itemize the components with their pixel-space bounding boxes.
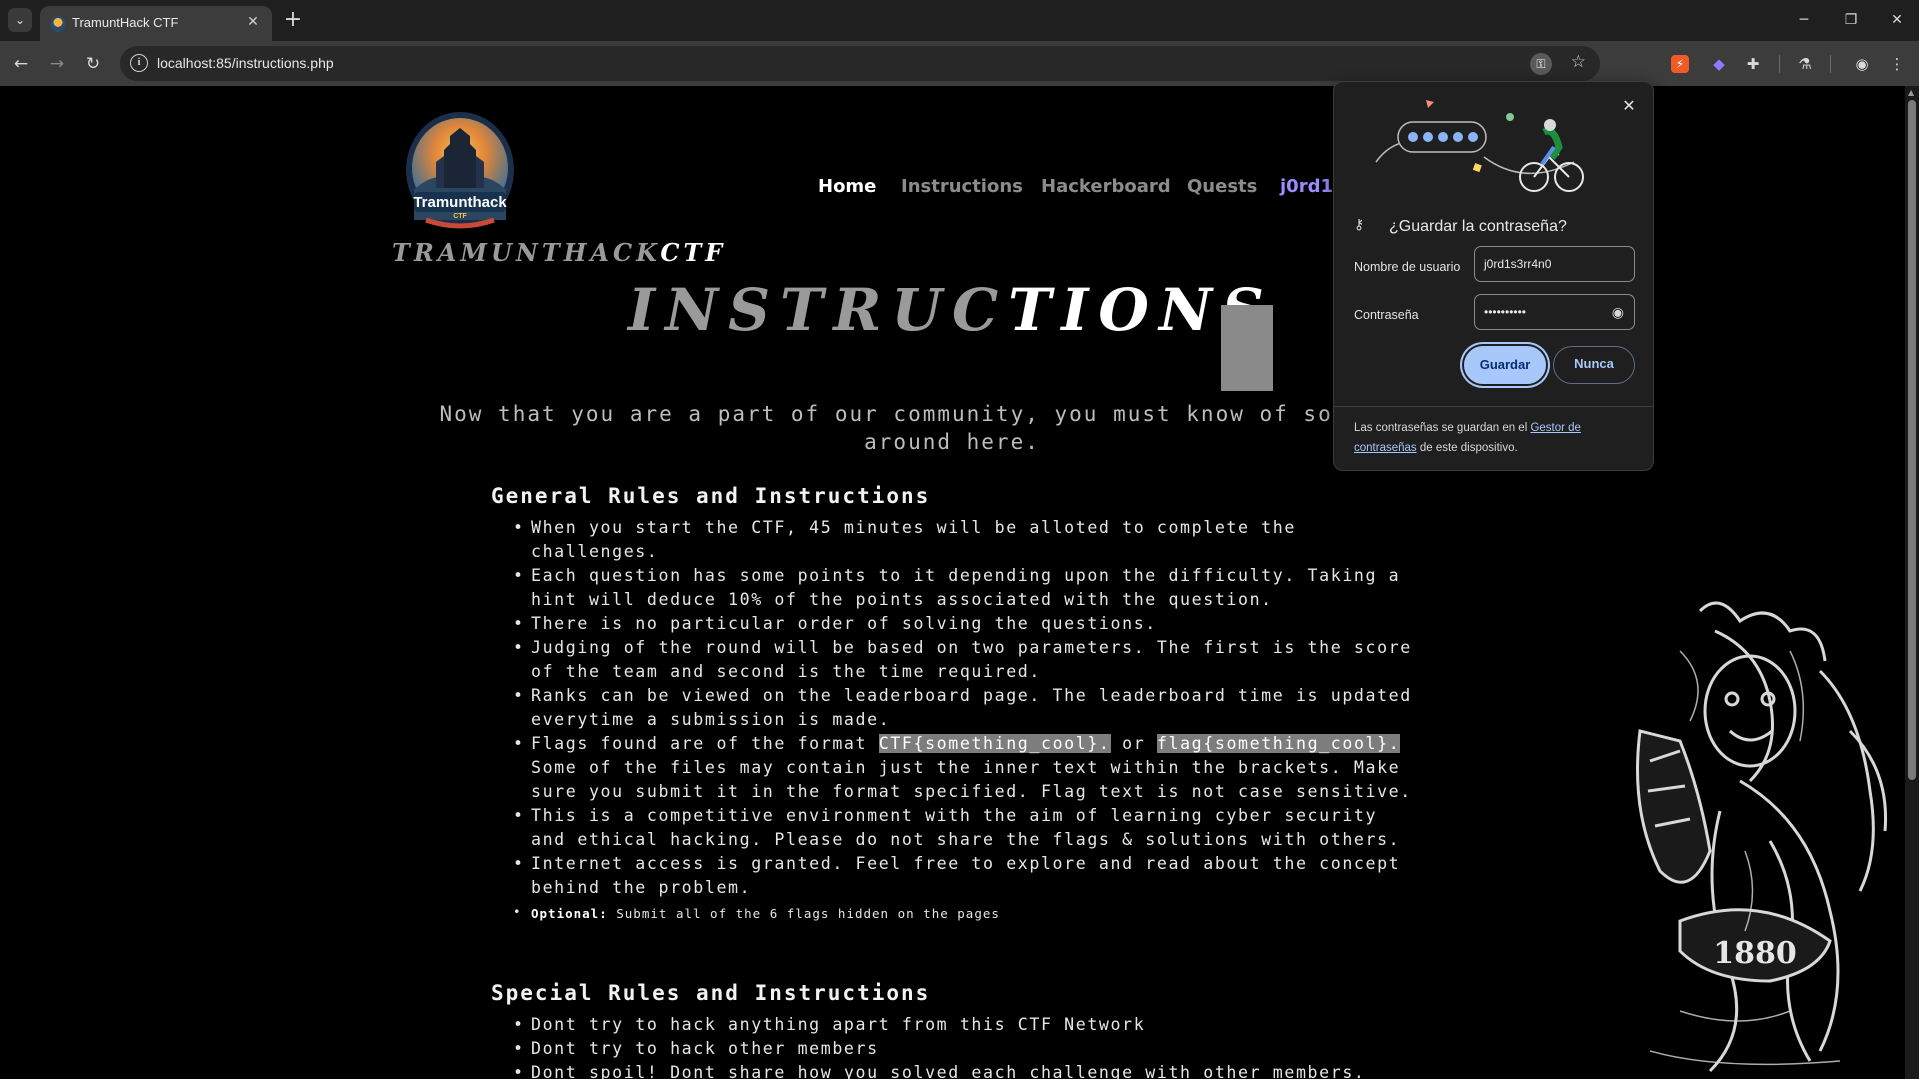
list-item: Each question has some points to it depe…	[491, 564, 1421, 612]
list-item: Internet access is granted. Feel free to…	[491, 852, 1421, 900]
address-bar[interactable]: i localhost:85/instructions.php ⚿ ☆	[120, 46, 1600, 81]
nav-link-home[interactable]: Home	[818, 176, 876, 197]
popup-close-icon[interactable]: ✕	[1619, 96, 1639, 116]
new-tab-plus-icon[interactable]: +	[281, 8, 305, 32]
list-item-optional: Optional: Submit all of the 6 flags hidd…	[491, 900, 1421, 926]
profile-avatar-icon[interactable]: ◉	[1851, 53, 1873, 75]
minimize-icon[interactable]: ─	[1789, 8, 1819, 32]
brand-wordmark[interactable]: TRAMUNTHACKCTF	[392, 238, 726, 267]
tab-close-icon[interactable]: ✕	[244, 13, 262, 31]
bookmark-star-icon[interactable]: ☆	[1571, 52, 1586, 72]
jester-illustration: 1880	[1636, 601, 1888, 1073]
flag-format-ctf: CTF{something_cool}.	[878, 734, 1111, 753]
tab-search-chevron-icon[interactable]: ⌄	[8, 8, 32, 32]
url-text[interactable]: localhost:85/instructions.php	[157, 55, 334, 71]
password-label: Contraseña	[1354, 308, 1419, 322]
username-label: Nombre de usuario	[1354, 260, 1461, 274]
list-item: This is a competitive environment with t…	[491, 804, 1421, 852]
nav-link-hackerboard[interactable]: Hackerboard	[1041, 176, 1171, 197]
extensions-puzzle-icon[interactable]: ✚	[1742, 53, 1764, 75]
flag-rule-middle: or	[1110, 734, 1157, 753]
list-item: When you start the CTF, 45 minutes will …	[491, 516, 1421, 564]
special-rules-section: Special Rules and Instructions Dont try …	[491, 981, 1421, 1079]
never-save-button[interactable]: Nunca	[1553, 346, 1635, 384]
save-password-button[interactable]: Guardar	[1464, 346, 1546, 384]
browser-tab[interactable]: TramuntHack CTF ✕	[40, 6, 272, 41]
save-password-dialog: ✕ ⚷ ¿Guardar la contraseña? Nombre de us…	[1333, 81, 1654, 471]
page-title-dim: INSTRUC	[628, 276, 1009, 344]
list-item-flag-format: Flags found are of the format CTF{someth…	[491, 732, 1421, 804]
key-icon: ⚷	[1354, 217, 1365, 233]
username-field[interactable]: j0rd1s3rr4n0	[1474, 246, 1635, 282]
tab-title: TramuntHack CTF	[72, 15, 179, 30]
jester-banner-text: 1880	[1713, 936, 1797, 971]
list-item: Ranks can be viewed on the leaderboard p…	[491, 684, 1421, 732]
optional-text: Submit all of the 6 flags hidden on the …	[607, 906, 1000, 921]
tab-strip: ⌄ TramuntHack CTF ✕ + ─ ❐ ✕	[0, 0, 1919, 41]
list-item: Judging of the round will be based on tw…	[491, 636, 1421, 684]
brand-main: TRAMUNTHACK	[392, 238, 661, 267]
popup-footer-text: Las contraseñas se guardan en el Gestor …	[1354, 418, 1639, 458]
logo-sub: CTF	[453, 213, 467, 220]
window-close-icon[interactable]: ✕	[1882, 8, 1912, 32]
reload-icon[interactable]: ↻	[80, 51, 106, 77]
logo-wordmark: Tramunthack	[413, 194, 507, 211]
flag-rule-before: Flags found are of the format	[531, 734, 879, 753]
nav-link-instructions[interactable]: Instructions	[901, 176, 1023, 197]
scroll-up-arrow-icon[interactable]: ▲	[1908, 88, 1914, 97]
scrollbar-thumb[interactable]	[1908, 100, 1916, 780]
optional-label: Optional:	[531, 906, 608, 921]
site-info-icon[interactable]: i	[130, 54, 148, 72]
list-item: Dont try to hack anything apart from thi…	[491, 1013, 1421, 1037]
tab-favicon-icon	[50, 16, 66, 32]
browser-toolbar: ← → ↻ i localhost:85/instructions.php ⚿ …	[0, 41, 1919, 113]
special-rules-heading: Special Rules and Instructions	[491, 981, 931, 1005]
list-item: Dont spoil! Dont share how you solved ea…	[491, 1061, 1421, 1079]
flag-rule-after: Some of the files may contain just the i…	[531, 758, 1412, 801]
show-password-eye-icon[interactable]: ◉	[1612, 295, 1624, 329]
footer-before: Las contraseñas se guardan en el	[1354, 422, 1531, 434]
labs-flask-icon[interactable]: ⚗	[1794, 53, 1816, 75]
extension-purple-icon[interactable]: ◆	[1708, 53, 1730, 75]
nav-link-quests[interactable]: Quests	[1187, 176, 1257, 197]
toolbar-separator	[1779, 55, 1780, 73]
popup-divider	[1334, 406, 1653, 407]
password-field[interactable]: •••••••••• ◉	[1474, 294, 1635, 330]
brand-suffix: CTF	[660, 238, 727, 267]
toolbar-separator	[1830, 55, 1831, 73]
back-arrow-icon[interactable]: ←	[8, 51, 34, 77]
password-value: ••••••••••	[1484, 305, 1527, 319]
footer-after: de este dispositivo.	[1416, 442, 1518, 454]
list-item: There is no particular order of solving …	[491, 612, 1421, 636]
password-key-icon[interactable]: ⚿	[1530, 53, 1552, 75]
list-item: Dont try to hack other members	[491, 1037, 1421, 1061]
general-rules-section: General Rules and Instructions When you …	[491, 484, 1421, 926]
popup-title: ¿Guardar la contraseña?	[1389, 218, 1567, 235]
password-illustration	[1375, 100, 1584, 192]
special-rules-list: Dont try to hack anything apart from thi…	[491, 1013, 1421, 1079]
browser-menu-kebab-icon[interactable]: ⋮	[1886, 53, 1908, 75]
page-scrollbar[interactable]: ▲	[1905, 86, 1919, 1079]
flag-format-flag: flag{something_cool}.	[1156, 734, 1401, 753]
extension-orange-icon[interactable]: ⚡	[1671, 55, 1689, 73]
forward-arrow-icon[interactable]: →	[44, 51, 70, 77]
page-title: INSTRUCTIONS	[628, 276, 1274, 344]
typing-cursor-block	[1221, 305, 1273, 391]
restore-icon[interactable]: ❐	[1836, 8, 1866, 32]
tramunthack-logo[interactable]: Tramunthack CTF	[404, 110, 516, 230]
general-rules-heading: General Rules and Instructions	[491, 484, 931, 508]
general-rules-list: When you start the CTF, 45 minutes will …	[491, 516, 1421, 926]
